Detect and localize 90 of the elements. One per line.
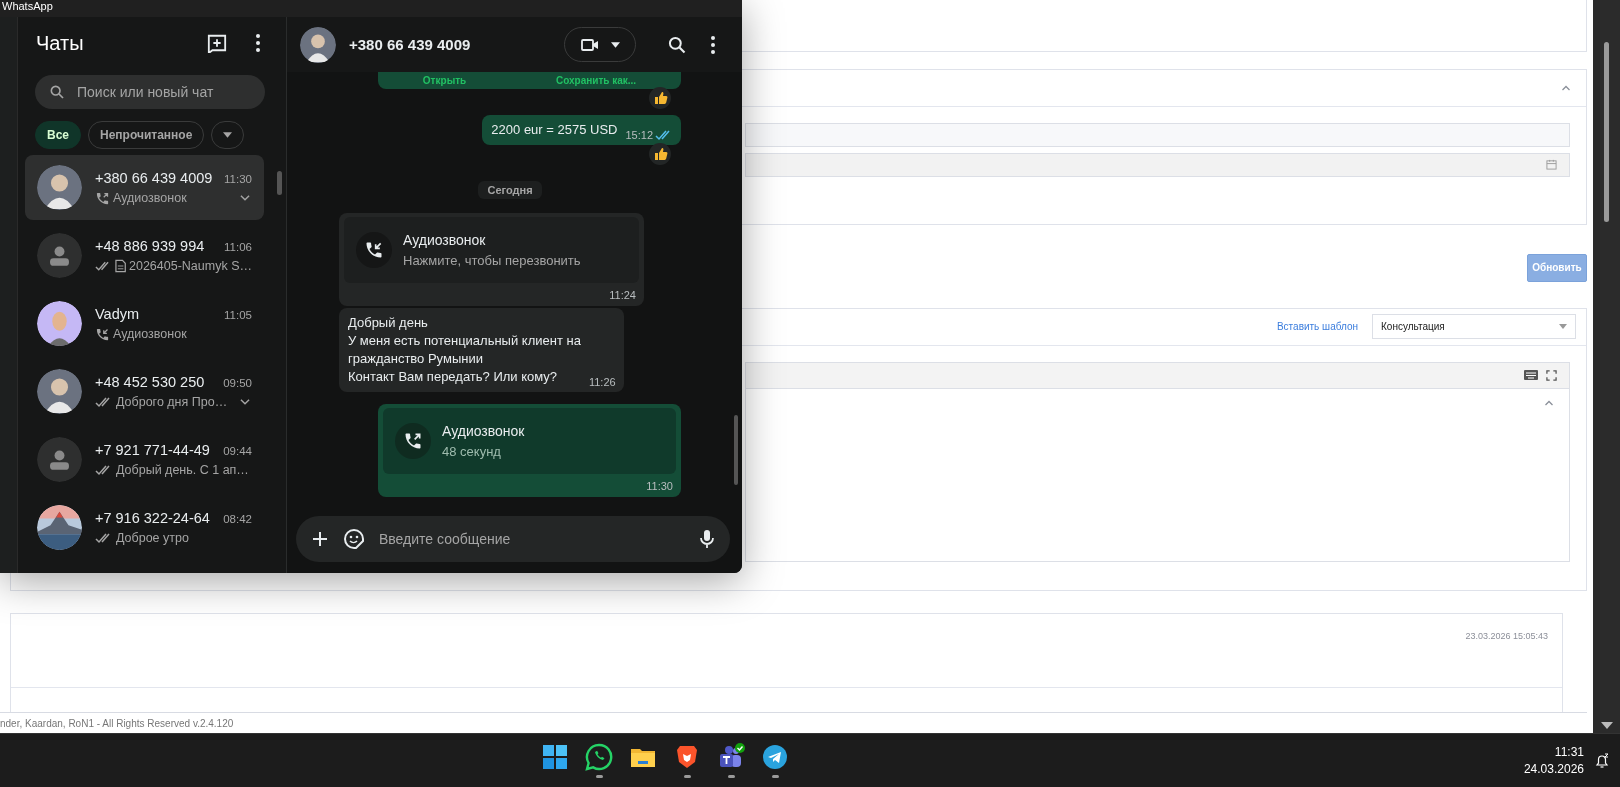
search-icon bbox=[49, 84, 65, 100]
contact-name[interactable]: +380 66 439 4009 bbox=[349, 36, 471, 53]
call-detail: 48 секунд bbox=[442, 444, 502, 459]
composer-bar[interactable]: Введите сообщение bbox=[296, 516, 730, 562]
chat-time: 11:05 bbox=[224, 308, 252, 321]
document-icon bbox=[114, 259, 126, 273]
double-check-icon bbox=[95, 532, 113, 544]
scrollbar[interactable] bbox=[277, 171, 282, 195]
caret-icon bbox=[223, 132, 233, 138]
template-select[interactable]: Консультация bbox=[1372, 314, 1576, 340]
call-card[interactable]: Аудиозвонок Нажмите, чтобы перезвонить bbox=[344, 217, 639, 283]
message-preview: 2026405-Naumyk S… bbox=[129, 259, 252, 273]
new-chat-icon[interactable] bbox=[206, 33, 228, 53]
thumbs-up-icon[interactable] bbox=[649, 143, 671, 165]
caret-icon bbox=[610, 41, 620, 48]
notification-bell-icon[interactable] bbox=[1594, 752, 1610, 769]
chat-list-item[interactable]: +48 886 939 994 11:06 2026405-Naumyk S… bbox=[25, 223, 264, 288]
thumbs-up-icon[interactable] bbox=[649, 87, 671, 109]
sticker-icon[interactable] bbox=[343, 528, 365, 550]
avatar-icon bbox=[37, 165, 82, 210]
window-title: WhatsApp bbox=[2, 0, 53, 12]
message-preview: Доброе утро bbox=[116, 531, 190, 545]
message-preview: Аудиозвонок bbox=[113, 327, 188, 341]
avatar-icon bbox=[300, 26, 336, 63]
message-text: Добрый день У меня есть потенциальный клиент на гражданство Румынии Контакт Вам передать? Или кому? bbox=[348, 314, 581, 386]
chat-list-item[interactable]: Vadym 11:05 Аудиозвонок bbox=[25, 291, 264, 356]
paper-plane-icon bbox=[761, 743, 789, 771]
caret-icon bbox=[1559, 323, 1567, 330]
start-icon bbox=[541, 743, 569, 771]
panel-title: Чаты bbox=[36, 31, 84, 55]
call-card[interactable]: Аудиозвонок 48 секунд bbox=[383, 408, 676, 474]
chat-name: +48 886 939 994 bbox=[95, 238, 205, 254]
chat-name: Vadym bbox=[95, 305, 140, 322]
avatar-icon bbox=[37, 437, 82, 482]
insert-template-link[interactable]: Вставить шаблон bbox=[1276, 321, 1358, 333]
chat-time: 09:50 bbox=[223, 377, 252, 389]
input-field[interactable] bbox=[745, 122, 1570, 147]
file-action-button[interactable]: Сохранить как... bbox=[555, 75, 637, 86]
chat-name: +7 916 322-24-64 bbox=[95, 510, 210, 526]
clock-date: 24.03.2026 bbox=[1523, 760, 1584, 778]
fullscreen-icon[interactable] bbox=[1546, 369, 1557, 381]
footer-text: nder, Kaardan, RoN1 - All Rights Reserved v.2.4.120 bbox=[0, 717, 234, 729]
message-time: 15:12 bbox=[625, 129, 653, 141]
chat-bubble-icon bbox=[585, 743, 613, 771]
double-check-icon bbox=[95, 396, 113, 408]
chat-list-item[interactable]: +7 921 771-44-49 09:44 Добрый день. С 1 ап… bbox=[25, 427, 264, 492]
chat-name: +7 921 771-44-49 bbox=[95, 442, 210, 458]
clock-time: 11:31 bbox=[1554, 743, 1584, 761]
incoming-call-icon bbox=[95, 326, 110, 342]
search-input[interactable]: Поиск или новый чат bbox=[77, 84, 257, 100]
entry-timestamp: 23.03.2026 15:05:43 bbox=[1465, 630, 1548, 643]
avatar-icon bbox=[37, 233, 82, 278]
chat-list-item[interactable]: +48 452 530 250 09:50 Доброго дня Про… bbox=[25, 359, 264, 424]
double-check-icon bbox=[95, 464, 113, 476]
chat-time: 09:44 bbox=[223, 445, 252, 457]
filter-chip[interactable]: Все bbox=[35, 121, 81, 149]
plus-icon[interactable] bbox=[311, 530, 329, 548]
outgoing-call-icon bbox=[95, 190, 110, 206]
keyboard-icon[interactable] bbox=[1524, 370, 1538, 381]
avatar-icon bbox=[37, 301, 82, 346]
message-preview: Добрый день. С 1 ап… bbox=[116, 463, 250, 477]
search-icon[interactable] bbox=[667, 34, 687, 55]
menu-icon[interactable] bbox=[709, 34, 717, 55]
message-time: 11:24 bbox=[609, 289, 636, 301]
video-camera-icon bbox=[580, 37, 599, 52]
date-field[interactable] bbox=[745, 152, 1570, 177]
chat-time: 08:42 bbox=[223, 513, 252, 525]
call-detail: Нажмите, чтобы перезвонить bbox=[403, 253, 581, 268]
message-time: 11:30 bbox=[646, 480, 673, 492]
search-bar[interactable]: Поиск или новый чат bbox=[35, 75, 265, 109]
chat-list-item[interactable]: +7 916 322-24-64 08:42 Доброе утро bbox=[25, 495, 264, 560]
message-input[interactable]: Введите сообщение bbox=[379, 531, 686, 547]
chat-name: +380 66 439 4009 bbox=[95, 169, 213, 186]
call-title: Аудиозвонок bbox=[403, 232, 487, 248]
message-preview: Доброго дня Про… bbox=[116, 395, 229, 409]
scrollbar[interactable] bbox=[1593, 0, 1620, 733]
message-time: 11:26 bbox=[588, 376, 616, 388]
avatar-icon bbox=[37, 369, 82, 414]
menu-icon[interactable] bbox=[254, 33, 262, 53]
chat-time: 11:06 bbox=[224, 241, 252, 253]
chat-time: 11:30 bbox=[224, 172, 252, 185]
scrollbar[interactable] bbox=[734, 415, 738, 485]
message-text: 2200 eur = 2575 USD bbox=[491, 121, 618, 139]
microphone-icon[interactable] bbox=[700, 529, 714, 549]
file-action-button[interactable]: Открыть bbox=[422, 75, 467, 86]
call-title: Аудиозвонок bbox=[442, 423, 525, 439]
chat-list-item[interactable]: +380 66 439 4009 11:30 Аудиозвонок bbox=[25, 155, 264, 220]
message-preview: Аудиозвонок bbox=[113, 191, 188, 205]
date-label: Сегодня bbox=[478, 181, 542, 199]
chat-name: +48 452 530 250 bbox=[95, 374, 205, 390]
